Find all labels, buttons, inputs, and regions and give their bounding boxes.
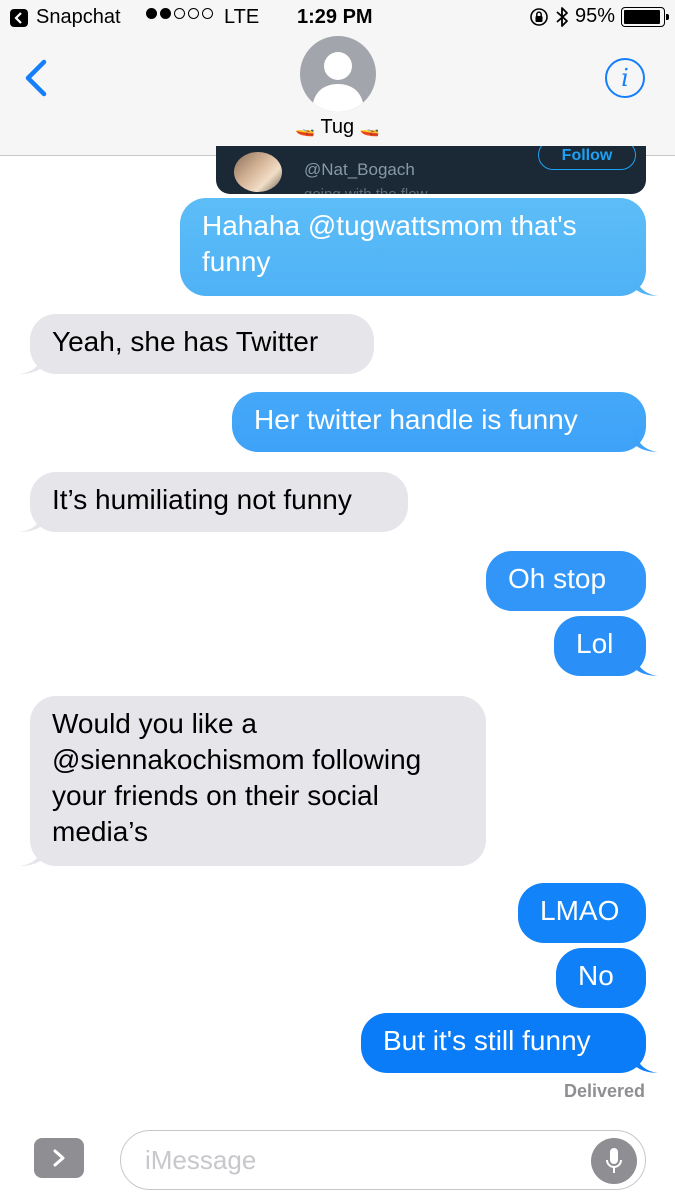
message-text: But it's still funny — [383, 1025, 591, 1056]
message-text: Her twitter handle is funny — [254, 404, 578, 435]
boat-emoji-right: 🚤 — [359, 120, 380, 137]
delivered-status: Delivered — [563, 1081, 645, 1101]
tweet-handle: @Nat_Bogach — [304, 160, 415, 179]
tweet-profile-photo — [234, 152, 282, 192]
message-text: Would you like a @siennakochismom follow… — [52, 708, 422, 847]
bubble-tail — [20, 350, 44, 374]
chevron-left-icon[interactable] — [18, 58, 54, 98]
outgoing-message[interactable]: Hahaha @tugwattsmom that's funny — [180, 198, 646, 296]
bubble-tail — [20, 508, 44, 532]
incoming-message[interactable]: Yeah, she has Twitter — [30, 314, 374, 374]
chevron-right-icon — [53, 1149, 65, 1167]
message-text: It’s humiliating not funny — [52, 484, 352, 515]
outgoing-message[interactable]: No — [556, 948, 646, 1008]
back-to-app-icon[interactable] — [10, 9, 28, 27]
incoming-message[interactable]: It’s humiliating not funny — [30, 472, 408, 532]
person-silhouette-icon — [312, 52, 364, 112]
outgoing-message[interactable]: Oh stop — [486, 551, 646, 611]
message-input-bar: iMessage — [0, 1118, 675, 1200]
imessage-text-field[interactable]: iMessage — [120, 1130, 646, 1190]
contact-name-label: Tug — [320, 116, 355, 138]
status-right: 95% — [529, 5, 669, 28]
apps-expand-button[interactable] — [34, 1138, 84, 1178]
bubble-tail — [634, 272, 658, 296]
orientation-lock-icon — [530, 7, 548, 26]
message-text: Hahaha @tugwattsmom that's funny — [202, 210, 577, 277]
outgoing-message[interactable]: But it's still funny — [361, 1013, 646, 1073]
status-bar: Snapchat LTE 1:29 PM 95% — [0, 0, 675, 38]
message-text: Lol — [576, 628, 614, 659]
carrier-label: LTE — [224, 6, 260, 28]
battery-icon — [621, 6, 669, 27]
battery-percent: 95% — [574, 5, 615, 27]
outgoing-message[interactable]: LMAO — [518, 883, 646, 943]
bubble-tail — [20, 842, 44, 866]
message-text: Yeah, she has Twitter — [52, 326, 319, 357]
contact-name[interactable]: 🚤 Tug 🚤 — [0, 116, 675, 139]
info-button[interactable]: i — [605, 58, 645, 98]
tweet-bio: going with the flow — [304, 186, 427, 194]
incoming-message[interactable]: Would you like a @siennakochismom follow… — [30, 696, 486, 866]
bluetooth-icon — [556, 6, 568, 27]
contact-avatar[interactable] — [300, 36, 376, 112]
back-to-app-label[interactable]: Snapchat — [36, 6, 121, 29]
boat-emoji-left: 🚤 — [295, 120, 316, 137]
message-text: LMAO — [540, 895, 620, 926]
outgoing-message[interactable]: Lol — [554, 616, 646, 676]
signal-strength-icon — [146, 8, 213, 19]
embedded-tweet-card[interactable]: @Nat_Bogach Follow going with the flow — [216, 146, 646, 194]
microphone-icon — [606, 1148, 622, 1173]
bubble-tail — [634, 1049, 658, 1073]
tweet-follow-button[interactable]: Follow — [538, 146, 636, 170]
clock: 1:29 PM — [297, 6, 373, 28]
bubble-tail — [634, 428, 658, 452]
bubble-tail — [634, 652, 658, 676]
info-icon: i — [621, 64, 629, 92]
message-placeholder: iMessage — [145, 1145, 257, 1175]
message-text: No — [578, 960, 614, 991]
microphone-button[interactable] — [591, 1138, 637, 1184]
message-text: Oh stop — [508, 563, 607, 594]
outgoing-message[interactable]: Her twitter handle is funny — [232, 392, 646, 452]
